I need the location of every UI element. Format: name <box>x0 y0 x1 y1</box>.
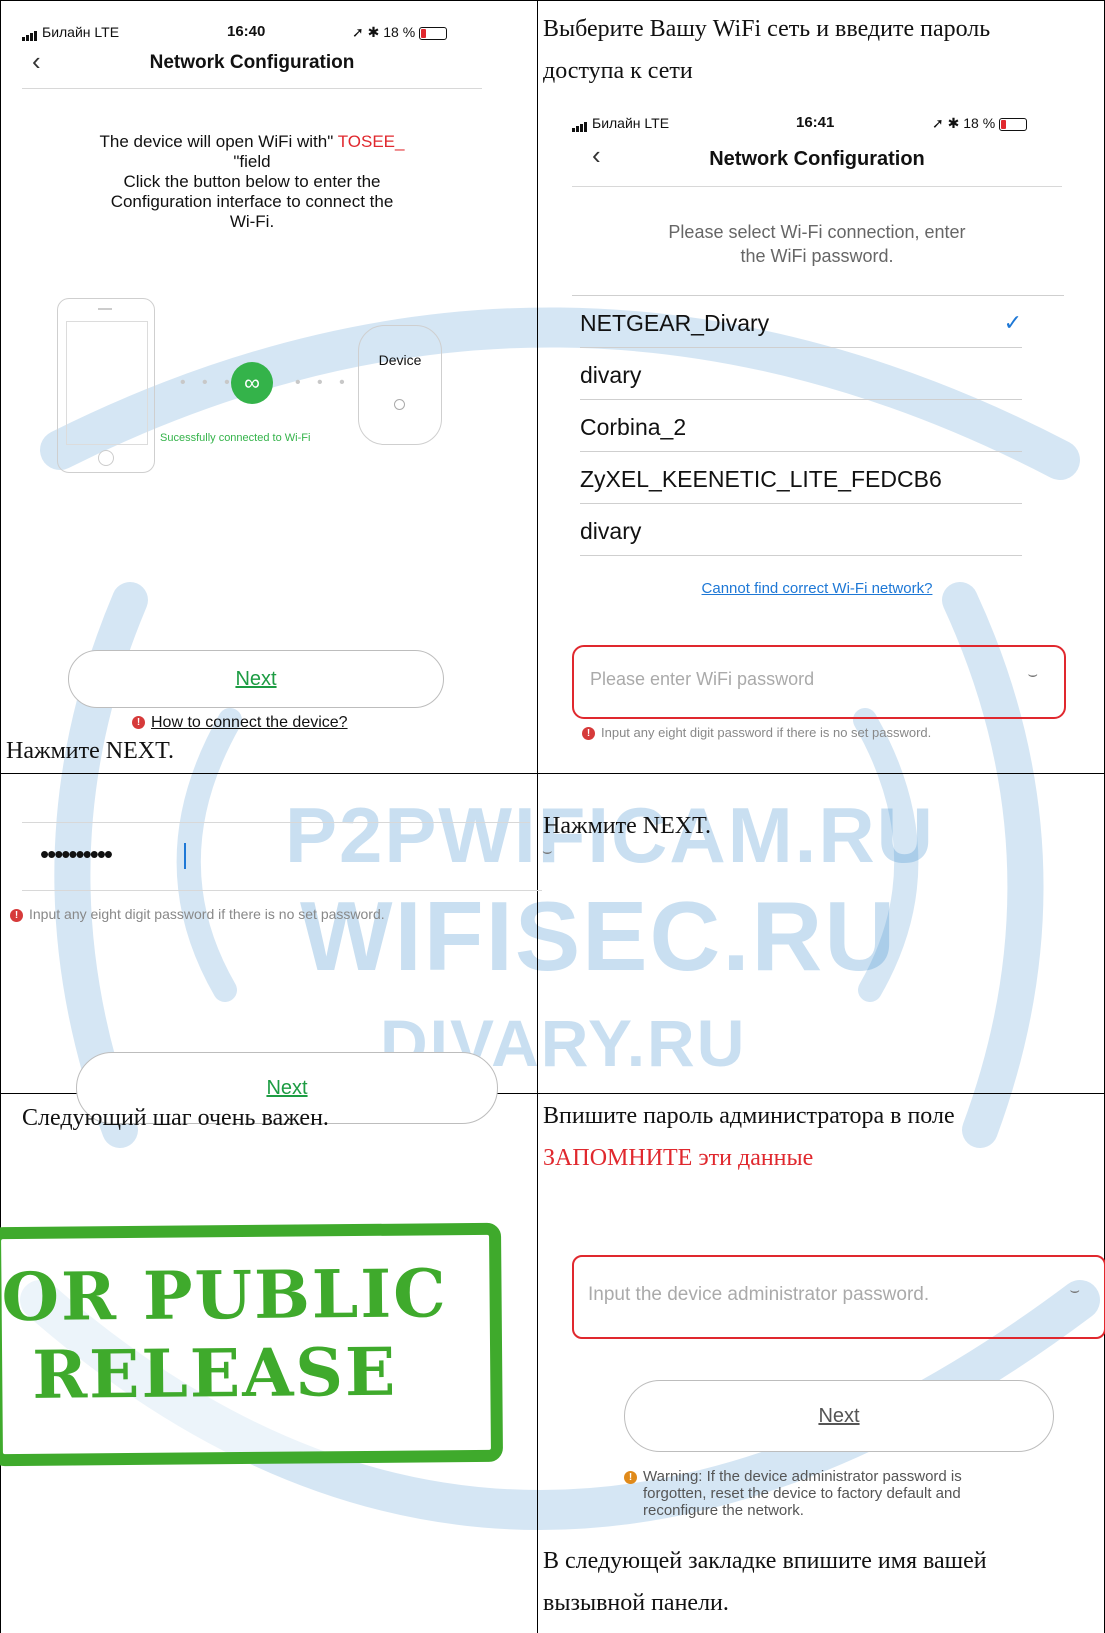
nav-title: Network Configuration <box>709 148 925 170</box>
wifi-network-item[interactable]: divary <box>580 506 1022 556</box>
link-icon: ∞ <box>231 362 273 404</box>
carrier-label: Билайн LTE <box>592 115 670 131</box>
wifi-row-divider <box>580 399 1022 400</box>
show-password-eye-icon[interactable]: ⌣ <box>1027 666 1038 684</box>
wifi-row-divider <box>580 555 1022 556</box>
show-password-eye-icon[interactable]: ⌣ <box>542 843 553 861</box>
wifi-prompt: Please select Wi-Fi connection, enter th… <box>668 222 966 266</box>
admin-warning: ! Warning: If the device administrator pa… <box>624 1468 1064 1519</box>
wifi-network-name: divary <box>580 362 642 388</box>
carrier-label: Билайн LTE <box>42 24 120 40</box>
field-top-divider <box>22 822 530 823</box>
signal-icon <box>572 116 588 133</box>
wifi-network-name: ZyXEL_KEENETIC_LITE_FEDCB6 <box>580 466 942 492</box>
wifi-network-item[interactable]: ZyXEL_KEENETIC_LITE_FEDCB6 <box>580 454 1022 504</box>
ssid-prefix: TOSEE_ <box>337 132 405 151</box>
wifi-network-name: Corbina_2 <box>580 414 687 440</box>
battery-icon <box>419 26 448 40</box>
dots-right: • • • <box>295 374 351 391</box>
caption-step5: Следующий шаг очень важен. <box>22 1105 329 1131</box>
footer-line1: В следующей закладке впишите имя вашей <box>543 1548 987 1574</box>
battery-icon <box>999 117 1028 131</box>
for-public-release-stamp: OR PUBLIC RELEASE <box>0 1222 504 1467</box>
list-top-divider <box>572 295 1064 296</box>
footer-line2: вызывной панели. <box>543 1590 729 1616</box>
clock: 16:40 <box>227 23 266 40</box>
nav-divider <box>22 88 482 89</box>
device-illustration: Device <box>358 325 442 445</box>
text-cursor <box>184 843 186 869</box>
admin-password-input[interactable]: Input the device administrator password.… <box>578 1262 1098 1328</box>
location-bluetooth-icon: ➚ ✱ <box>352 24 384 40</box>
intro-line2: доступа к сети <box>543 58 693 84</box>
password-input-filled[interactable]: •••••••••• ⌣ <box>22 835 553 881</box>
instruction-text: The device will open WiFi with" TOSEE_ "… <box>99 132 405 231</box>
nav-divider <box>572 186 1062 187</box>
caption-step6-line1: Впишите пароль администратора в поле <box>543 1103 955 1129</box>
caption-step1: Нажмите NEXT. <box>6 738 174 764</box>
battery-percent: 18 % <box>963 115 996 131</box>
password-hint: ! Input any eight digit password if there… <box>582 725 931 741</box>
intro-line1: Выберите Вашу WiFi сеть и введите пароль <box>543 16 991 42</box>
admin-placeholder: Input the device administrator password. <box>588 1284 930 1305</box>
info-icon: ! <box>132 716 145 730</box>
signal-icon <box>22 25 38 42</box>
device-label: Device <box>378 352 422 368</box>
phone-illustration <box>57 298 155 473</box>
wifi-network-item[interactable]: divary <box>580 350 1022 400</box>
caption-step4: Нажмите NEXT. <box>543 813 711 839</box>
wifi-password-input[interactable]: Please enter WiFi password ⌣ <box>580 652 1056 708</box>
clock: 16:41 <box>796 114 835 131</box>
status-bar: Билайн LTE 16:41 ➚ ✱ 18 % <box>572 111 1062 137</box>
next-button[interactable]: Next <box>624 1380 1054 1452</box>
info-icon: ! <box>582 727 595 741</box>
field-bottom-divider <box>22 890 542 891</box>
table-border-top <box>0 0 1105 1</box>
table-col-divider <box>537 0 538 1633</box>
dots-left: • • • <box>180 374 236 391</box>
show-password-eye-icon[interactable]: ⌣ <box>1069 1282 1080 1300</box>
connected-status: Sucessfully connected to Wi-Fi <box>160 432 311 444</box>
password-masked: •••••••••• <box>40 839 113 869</box>
cannot-find-link[interactable]: Cannot find correct Wi-Fi network? <box>572 580 1062 597</box>
password-placeholder: Please enter WiFi password <box>590 669 815 689</box>
wifi-row-divider <box>580 451 1022 452</box>
location-bluetooth-icon: ➚ ✱ <box>932 115 964 131</box>
caption-step6-line2: ЗАПОМНИТЕ эти данные <box>543 1145 814 1171</box>
wifi-network-name: NETGEAR_Divary <box>580 310 770 336</box>
wifi-row-divider <box>580 347 1022 348</box>
table-row-divider-1 <box>0 773 1105 774</box>
warning-icon: ! <box>624 1470 637 1484</box>
status-bar: Билайн LTE 16:40 ➚ ✱ 18 % <box>22 20 482 46</box>
battery-percent: 18 % <box>383 24 416 40</box>
selected-check-icon: ✓ <box>1003 310 1022 335</box>
nav-title: Network Configuration <box>149 52 355 73</box>
help-link[interactable]: ! How to connect the device? <box>132 714 348 732</box>
next-button[interactable]: Next <box>68 650 444 708</box>
wifi-network-item[interactable]: Corbina_2 <box>580 402 1022 452</box>
watermark-wifisec: WIFISEC.RU <box>300 881 898 991</box>
wifi-network-name: divary <box>580 518 642 544</box>
wifi-network-item[interactable]: NETGEAR_Divary ✓ <box>580 298 1022 348</box>
info-icon: ! <box>10 908 23 922</box>
wifi-row-divider <box>580 503 1022 504</box>
password-hint: ! Input any eight digit password if there… <box>10 906 385 922</box>
